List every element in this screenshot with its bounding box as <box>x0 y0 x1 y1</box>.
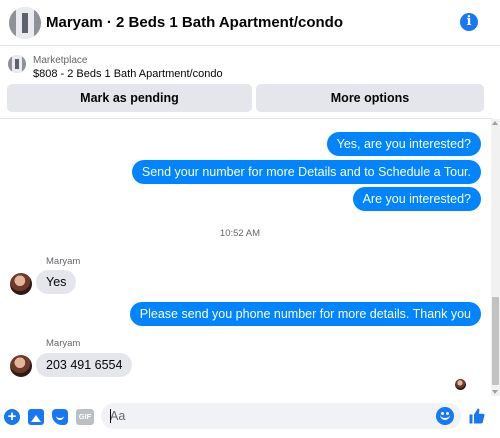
seen-indicator-avatar <box>455 379 466 390</box>
thumbs-up-icon[interactable] <box>468 407 486 425</box>
incoming-message[interactable]: Yes <box>36 270 77 294</box>
listing-summary: $808 - 2 Beds 1 Bath Apartment/condo <box>33 68 223 80</box>
conversation-title[interactable]: Maryam · 2 Beds 1 Bath Apartment/condo <box>46 14 343 31</box>
message-composer: + GIF <box>0 398 500 438</box>
incoming-message[interactable]: 203 491 6554 <box>36 353 133 377</box>
emoji-icon[interactable] <box>436 407 454 425</box>
message-timestamp: 10:52 AM <box>219 228 261 239</box>
listing-small-thumbnail <box>8 55 26 73</box>
scroll-up-arrow-icon[interactable] <box>492 121 498 125</box>
photo-icon[interactable] <box>28 409 44 425</box>
message-input-wrapper[interactable] <box>101 403 461 429</box>
message-input[interactable] <box>110 406 410 426</box>
header-divider <box>0 118 492 119</box>
conversation-header: Maryam · 2 Beds 1 Bath Apartment/condo i <box>0 0 500 46</box>
scrollbar-thumb[interactable] <box>492 297 499 385</box>
mark-as-pending-button[interactable]: Mark as pending <box>7 84 252 112</box>
sender-avatar[interactable] <box>10 355 32 377</box>
outgoing-message[interactable]: Yes, are you interested? <box>326 132 481 156</box>
thread-scrollbar[interactable] <box>491 119 500 396</box>
listing-thumbnail[interactable] <box>9 7 41 39</box>
sender-name: Maryam <box>46 256 81 267</box>
gif-icon[interactable]: GIF <box>76 409 94 425</box>
sticker-icon[interactable] <box>52 409 68 425</box>
listing-source: Marketplace <box>33 55 88 66</box>
sender-name: Maryam <box>46 338 81 349</box>
scroll-down-arrow-icon[interactable] <box>492 390 498 394</box>
marketplace-listing[interactable]: Marketplace $808 - 2 Beds 1 Bath Apartme… <box>0 47 500 81</box>
outgoing-message[interactable]: Send your number for more Details and to… <box>131 160 481 184</box>
sender-avatar[interactable] <box>10 273 32 295</box>
outgoing-message[interactable]: Are you interested? <box>352 187 481 211</box>
text-caret <box>110 409 111 423</box>
plus-icon[interactable]: + <box>4 409 20 425</box>
more-options-button[interactable]: More options <box>256 84 484 112</box>
info-icon[interactable]: i <box>460 13 478 31</box>
outgoing-message[interactable]: Please send you phone number for more de… <box>129 302 481 326</box>
